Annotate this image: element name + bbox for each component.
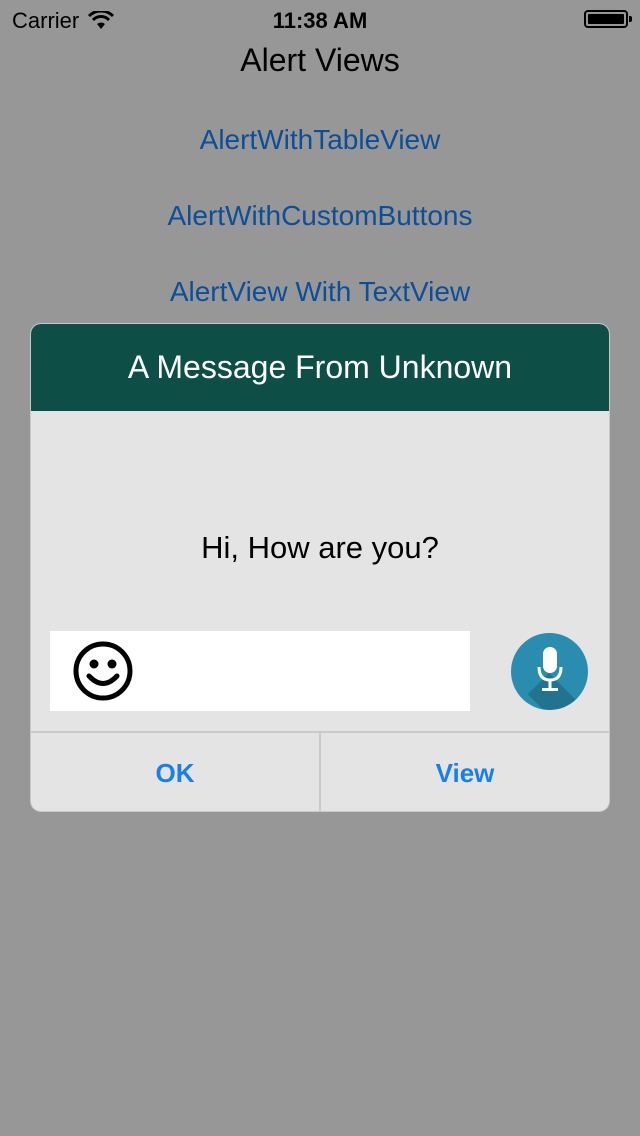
page-title: Alert Views [240,42,400,78]
alert-title: A Message From Unknown [31,324,609,411]
status-bar: Carrier 11:38 AM [0,0,640,40]
microphone-icon [537,647,563,691]
smiley-icon[interactable] [72,640,134,702]
link-alert-view-with-text-view[interactable]: AlertView With TextView [0,276,640,308]
alert-message: Hi, How are you? [201,530,439,565]
message-input-field[interactable] [50,631,470,711]
battery-icon [584,10,632,28]
status-time: 11:38 AM [272,8,368,33]
view-button[interactable]: View [319,733,609,811]
link-alert-with-table-view[interactable]: AlertWithTableView [0,124,640,156]
link-alert-with-custom-buttons[interactable]: AlertWithCustomButtons [0,200,640,232]
alert-dialog: A Message From Unknown Hi, How are you? … [31,324,609,811]
microphone-button[interactable] [511,633,588,710]
ok-button[interactable]: OK [31,733,319,811]
alert-button-bar: OK View [31,731,609,811]
